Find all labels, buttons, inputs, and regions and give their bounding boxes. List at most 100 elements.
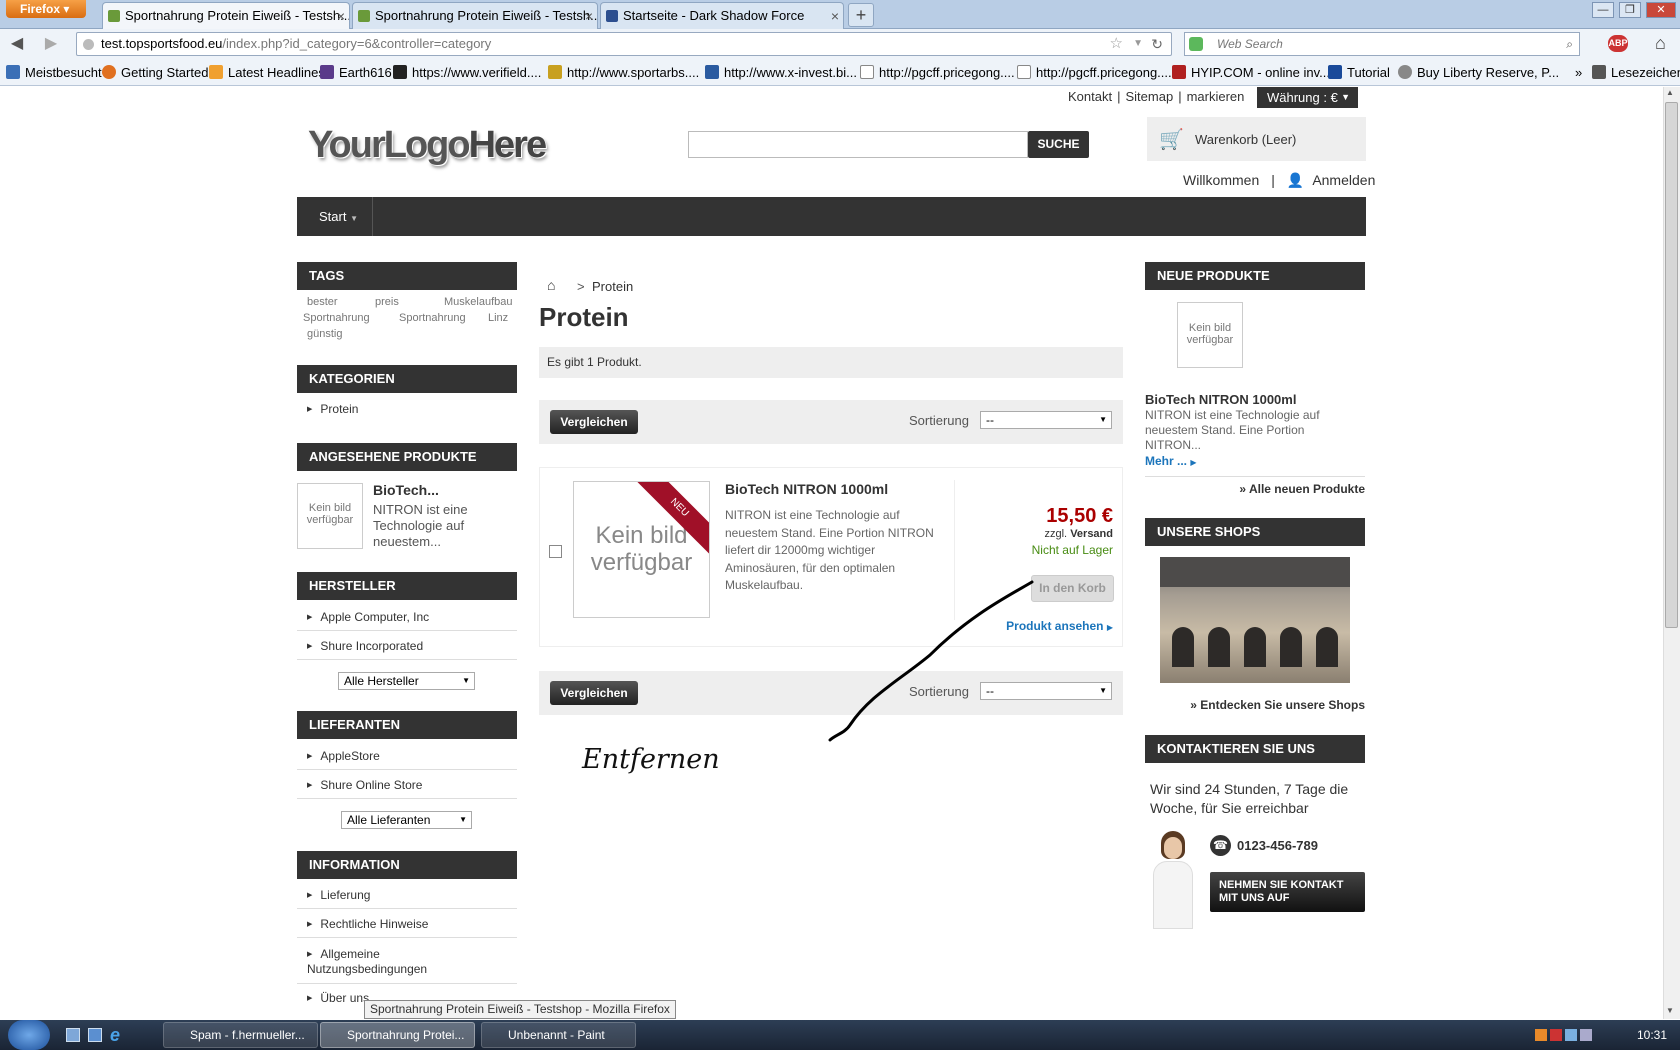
bookmark-item[interactable]: http://www.sportarbs....	[548, 65, 699, 80]
back-arrow-icon[interactable]: ◀	[6, 33, 28, 55]
forward-arrow-icon[interactable]: ▶	[40, 33, 62, 55]
bookmark-item[interactable]: HYIP.COM - online inv...	[1172, 65, 1330, 80]
close-tab-icon[interactable]: ×	[585, 3, 593, 29]
show-desktop-icon[interactable]	[66, 1028, 80, 1042]
window-switch-icon[interactable]	[88, 1028, 102, 1042]
search-engine-icon[interactable]	[1189, 37, 1203, 51]
minimize-button[interactable]: —	[1592, 2, 1614, 18]
more-link[interactable]: Mehr ... ▶	[1145, 454, 1197, 468]
compare-checkbox[interactable]	[549, 545, 562, 558]
scroll-down-icon[interactable]: ▼	[1666, 1006, 1674, 1015]
bookmark-item[interactable]: Getting Started	[102, 65, 208, 80]
shop-search-input[interactable]	[688, 131, 1028, 158]
contact-button[interactable]: NEHMEN SIE KONTAKT MIT UNS AUF	[1210, 872, 1365, 912]
taskbar-item-paint[interactable]: Unbenannt - Paint	[481, 1022, 636, 1048]
volume-icon[interactable]	[1580, 1029, 1592, 1041]
manufacturer-link[interactable]: Apple Computer, Inc	[307, 610, 429, 624]
compare-button[interactable]: Vergleichen	[550, 681, 638, 705]
supplier-link[interactable]: Shure Online Store	[307, 778, 422, 792]
close-window-button[interactable]: ✕	[1646, 2, 1676, 18]
markieren-link[interactable]: markieren	[1187, 89, 1245, 104]
bookmark-item[interactable]: http://pgcff.pricegong....	[1017, 65, 1172, 80]
currency-selector[interactable]: Währung : € ▼	[1257, 87, 1358, 108]
discover-shops-link[interactable]: » Entdecken Sie unsere Shops	[1145, 698, 1365, 712]
info-link[interactable]: Allgemeine Nutzungsbedingungen	[307, 947, 467, 977]
add-to-cart-button[interactable]: In den Korb	[1031, 575, 1114, 602]
new-product-image[interactable]: Kein bild verfügbar	[1177, 302, 1243, 368]
tag-link[interactable]: Sportnahrung	[399, 312, 466, 324]
search-button[interactable]: SUCHE	[1028, 131, 1089, 158]
bookmark-item[interactable]: Meistbesucht	[6, 65, 102, 80]
system-tray[interactable]	[1535, 1029, 1603, 1043]
sitemap-link[interactable]: Sitemap	[1125, 89, 1173, 104]
search-placeholder: Web Search	[1217, 37, 1283, 51]
home-icon[interactable]: ⌂	[1655, 33, 1666, 54]
close-tab-icon[interactable]: ×	[337, 3, 345, 29]
tag-link[interactable]: bester	[307, 296, 338, 308]
search-icon[interactable]: ⌕	[1566, 33, 1573, 55]
shop-photo[interactable]	[1160, 557, 1350, 683]
bookmark-star-icon[interactable]: ☆	[1110, 33, 1123, 55]
reload-icon[interactable]: ↻	[1151, 33, 1163, 55]
login-link[interactable]: Anmelden	[1312, 172, 1375, 188]
supplier-link[interactable]: AppleStore	[307, 749, 379, 763]
close-tab-icon[interactable]: ×	[831, 3, 839, 29]
new-tab-button[interactable]: +	[848, 3, 874, 27]
all-new-products-link[interactable]: » Alle neuen Produkte	[1145, 482, 1365, 496]
adblock-icon[interactable]: ABP	[1608, 35, 1628, 52]
product-name[interactable]: BioTech NITRON 1000ml	[725, 481, 888, 497]
taskbar-item-mail[interactable]: Spam - f.hermueller...	[163, 1022, 318, 1048]
restore-button[interactable]: ❐	[1619, 2, 1641, 18]
info-link[interactable]: Lieferung	[307, 888, 370, 902]
taskbar-item-firefox[interactable]: Sportnahrung Protei...	[320, 1022, 475, 1048]
address-bar[interactable]: test.topsportsfood.eu/index.php?id_categ…	[76, 32, 1172, 56]
tag-link[interactable]: Sportnahrung	[303, 312, 370, 324]
clock[interactable]: 10:31	[1637, 1028, 1667, 1042]
start-button[interactable]	[8, 1020, 50, 1050]
bookmark-item[interactable]: Buy Liberty Reserve, P...	[1398, 65, 1559, 80]
site-identity-icon[interactable]	[83, 39, 94, 50]
bookmark-item[interactable]: Earth616	[320, 65, 392, 80]
new-product-name[interactable]: BioTech NITRON 1000ml	[1145, 392, 1296, 407]
bookmarks-menu[interactable]: Lesezeichen	[1592, 65, 1680, 80]
tab-dark-shadow-force[interactable]: Startseite - Dark Shadow Force ×	[600, 2, 844, 29]
tag-link[interactable]: Muskelaufbau	[444, 296, 513, 308]
shop-logo[interactable]: YourLogoHere	[308, 124, 547, 167]
manufacturers-heading: HERSTELLER	[297, 572, 517, 600]
manufacturer-link[interactable]: Shure Incorporated	[307, 639, 423, 653]
tab-sportnahrung-2[interactable]: Sportnahrung Protein Eiweiß - Testsh... …	[352, 2, 598, 29]
viewed-product-name[interactable]: BioTech...	[373, 482, 439, 498]
tag-link[interactable]: günstig	[307, 328, 342, 340]
info-link[interactable]: Rechtliche Hinweise	[307, 917, 428, 931]
bookmark-item[interactable]: https://www.verifield....	[393, 65, 541, 80]
supplier-select[interactable]: Alle Lieferanten ▼	[341, 811, 472, 829]
bookmark-item[interactable]: Tutorial	[1328, 65, 1390, 80]
scrollbar-thumb[interactable]	[1665, 102, 1678, 628]
cart-block[interactable]: 🛒 Warenkorb (Leer)	[1147, 117, 1366, 161]
compare-button[interactable]: Vergleichen	[550, 410, 638, 434]
bookmark-item[interactable]: http://www.x-invest.bi...	[705, 65, 857, 80]
kontakt-link[interactable]: Kontakt	[1068, 89, 1112, 104]
tray-icon[interactable]	[1550, 1029, 1562, 1041]
web-search-input[interactable]: Web Search ⌕	[1184, 32, 1580, 56]
bookmarks-overflow-icon[interactable]: »	[1575, 65, 1582, 80]
category-link-protein[interactable]: Protein	[307, 402, 358, 416]
manufacturer-select[interactable]: Alle Hersteller ▼	[338, 672, 475, 690]
home-icon[interactable]: ⌂	[547, 277, 555, 293]
network-icon[interactable]	[1565, 1029, 1577, 1041]
internet-explorer-icon[interactable]: e	[110, 1025, 120, 1046]
bookmark-item[interactable]: http://pgcff.pricegong....	[860, 65, 1015, 80]
scroll-up-icon[interactable]: ▲	[1666, 88, 1674, 97]
tag-link[interactable]: Linz	[488, 312, 508, 324]
tray-icon[interactable]	[1535, 1029, 1547, 1041]
sort-select[interactable]: -- ▼	[980, 411, 1112, 429]
tab-sportnahrung-1[interactable]: Sportnahrung Protein Eiweiß - Testsh... …	[102, 2, 350, 29]
info-link[interactable]: Über uns	[307, 991, 369, 1005]
firefox-menu-button[interactable]: Firefox ▾	[6, 0, 86, 18]
viewed-product-image[interactable]: Kein bild verfügbar	[297, 483, 363, 549]
tag-link[interactable]: preis	[375, 296, 399, 308]
product-image[interactable]: Kein bild verfügbar NEU	[573, 481, 710, 618]
bookmark-item[interactable]: Latest Headlines	[209, 65, 325, 80]
url-dropdown-icon[interactable]: ▼	[1133, 33, 1143, 55]
menu-item-start[interactable]: Start ▼	[297, 197, 373, 236]
